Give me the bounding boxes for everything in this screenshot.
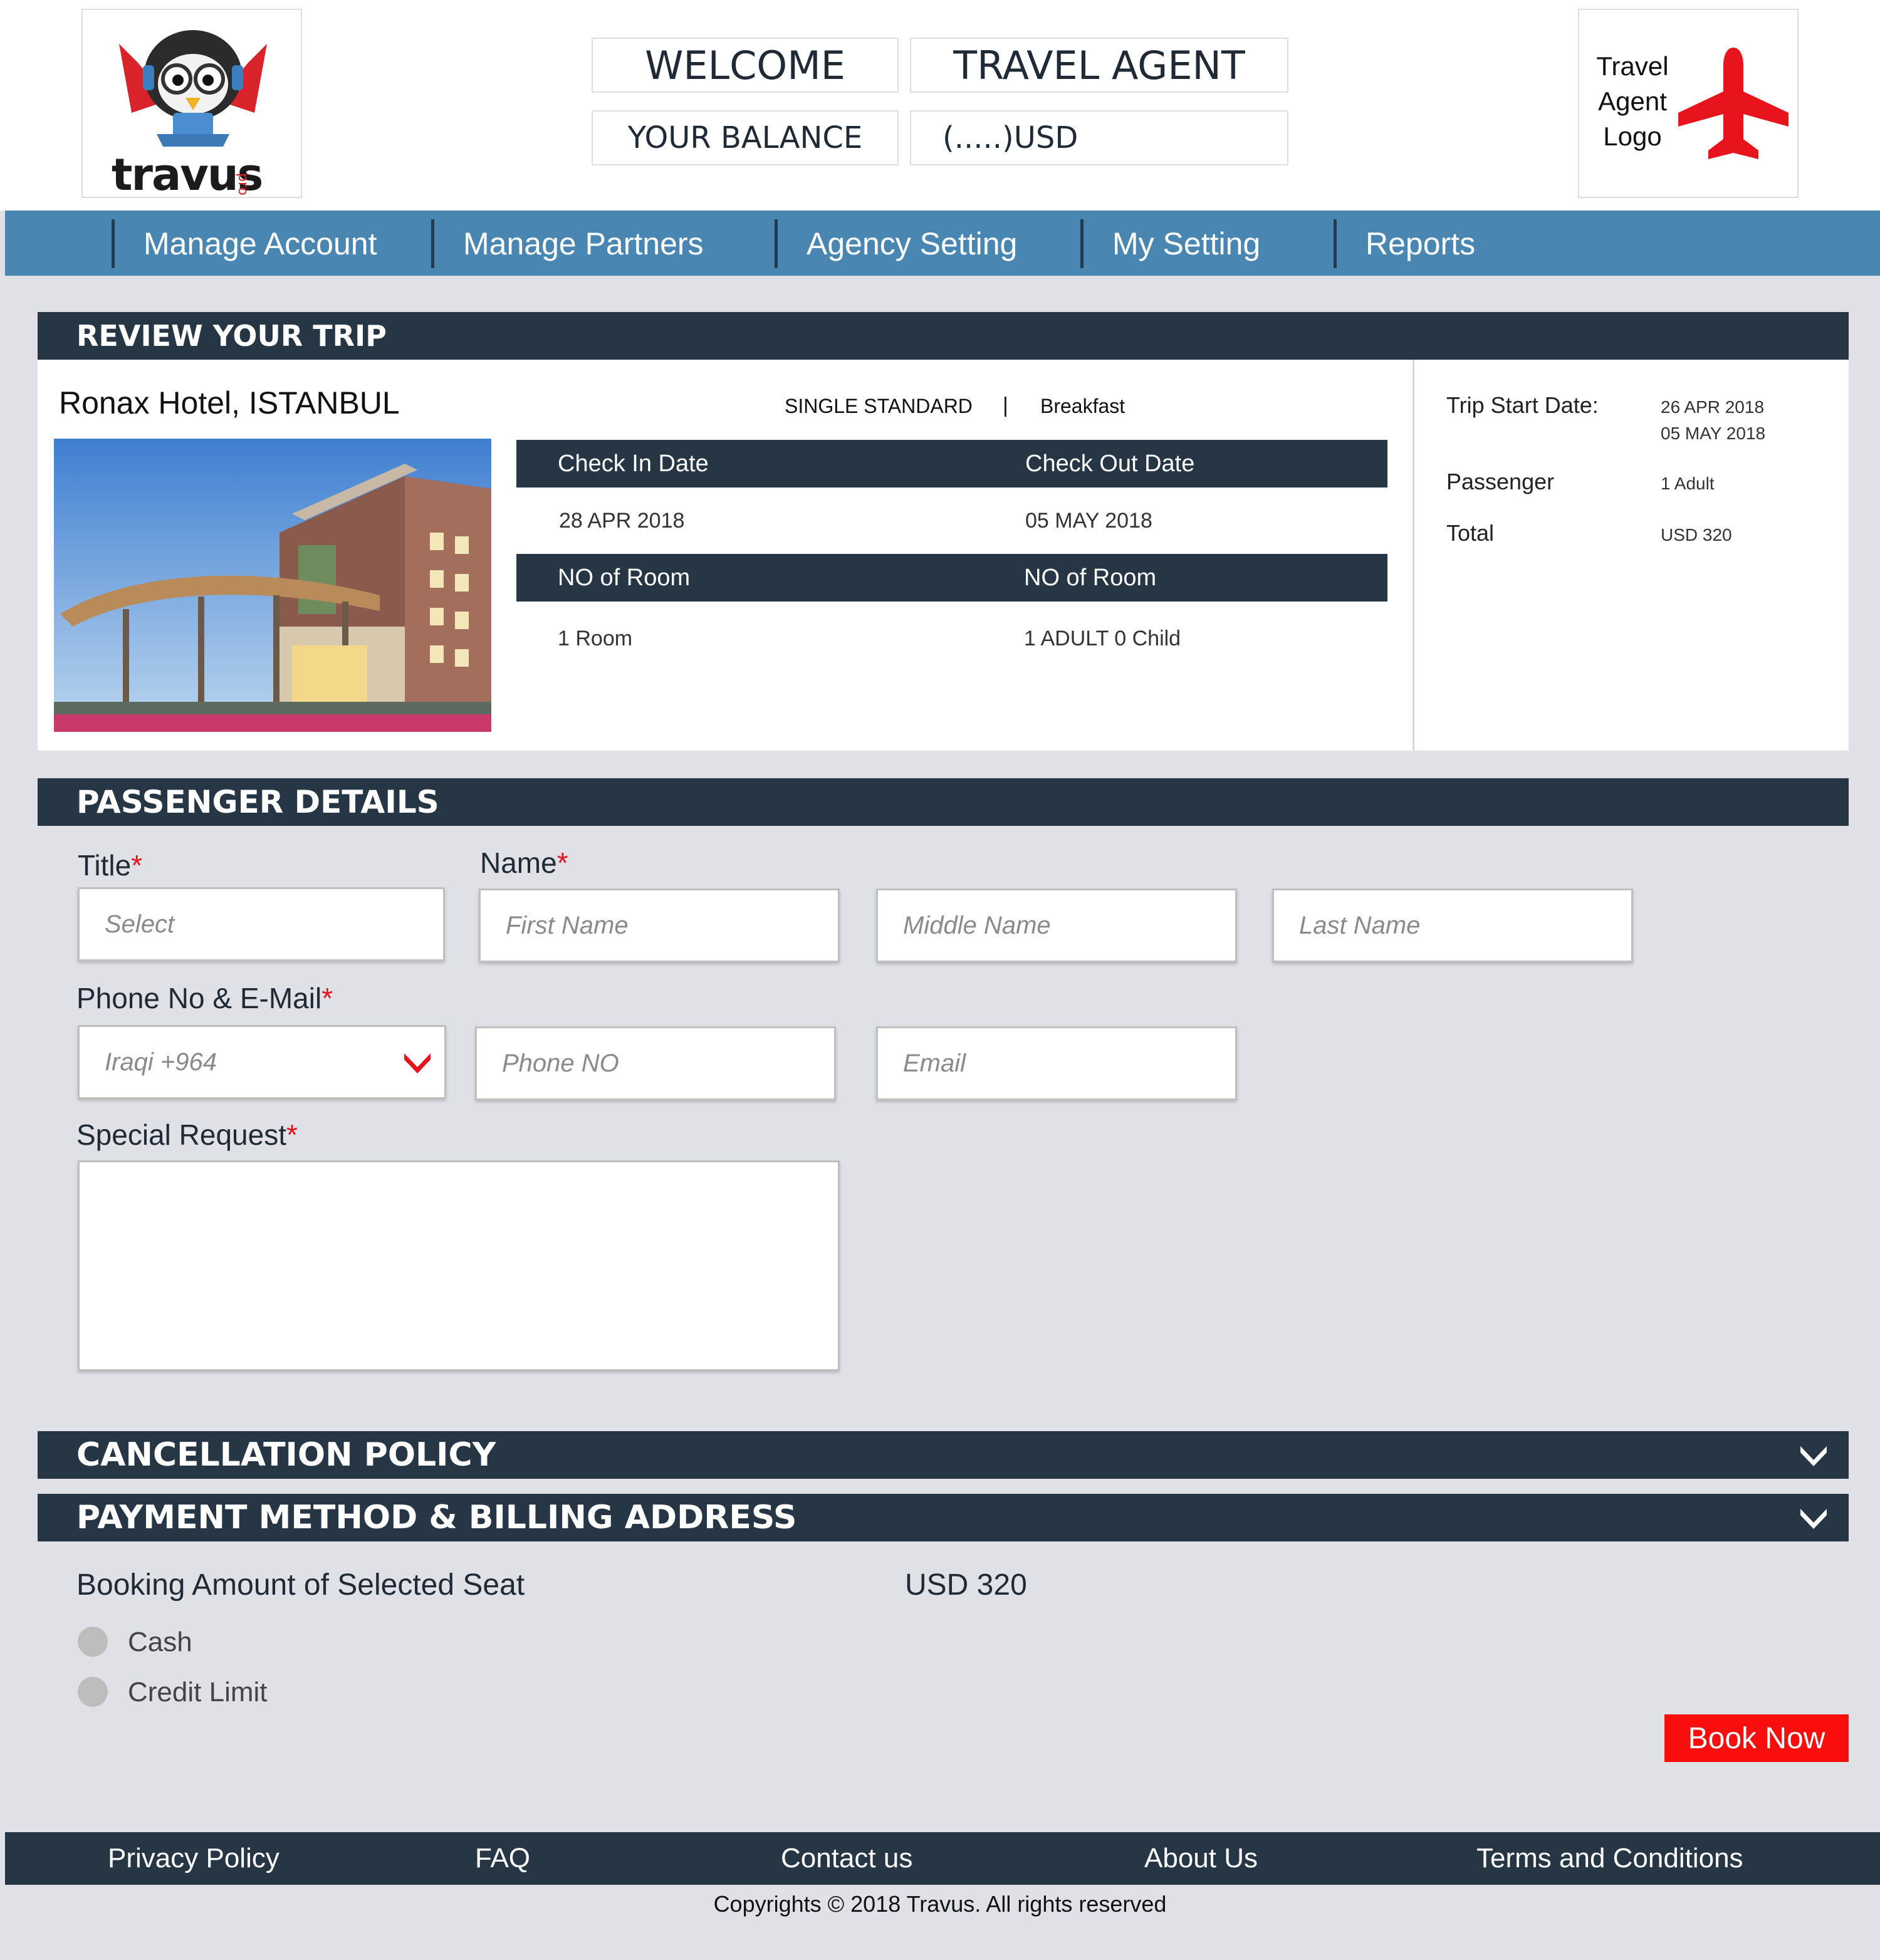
- rooms-value: 1 Room: [558, 627, 633, 650]
- cash-radio[interactable]: [78, 1627, 108, 1657]
- trip-start-value: 26 APR 2018: [1661, 397, 1765, 417]
- hotel-photo[interactable]: [54, 439, 491, 732]
- nav-manage-partners[interactable]: Manage Partners: [431, 219, 775, 268]
- agent-logo[interactable]: Travel Agent Logo: [1578, 9, 1799, 198]
- title-select[interactable]: Select: [78, 887, 445, 961]
- rooms-table-header: NO of Room NO of Room: [516, 554, 1387, 602]
- hotel-name: Ronax Hotel, ISTANBUL: [59, 385, 400, 420]
- room-type: SINGLE STANDARD: [785, 395, 973, 417]
- booking-amount-label: Booking Amount of Selected Seat: [76, 1568, 525, 1602]
- footer-about-us[interactable]: About Us: [1144, 1838, 1258, 1879]
- chevron-down-icon: [1800, 1446, 1827, 1466]
- passenger-value: 1 Adult: [1661, 474, 1715, 493]
- check-in-label: Check In Date: [558, 450, 709, 477]
- dates-table-header: Check In Date Check Out Date: [516, 440, 1387, 487]
- welcome-label: WELCOME: [592, 38, 899, 93]
- chevron-down-icon: [404, 1053, 431, 1073]
- review-section-title: REVIEW YOUR TRIP: [38, 312, 1849, 360]
- middle-name-input[interactable]: Middle Name: [876, 889, 1237, 962]
- passenger-label: Passenger: [1446, 469, 1555, 494]
- check-in-value: 28 APR 2018: [559, 509, 685, 533]
- payment-title-text: PAYMENT METHOD & BILLING ADDRESS: [76, 1499, 797, 1536]
- rooms-label: NO of Room: [558, 564, 691, 591]
- airplane-icon: [1678, 48, 1789, 159]
- agent-name: TRAVEL AGENT: [910, 38, 1288, 93]
- first-name-input[interactable]: First Name: [479, 889, 840, 962]
- review-divider: [1413, 360, 1414, 751]
- nav-manage-account[interactable]: Manage Account: [112, 219, 431, 268]
- copyright-text: Copyrights © 2018 Travus. All rights res…: [713, 1891, 1167, 1917]
- country-code-value: Iraqi +964: [105, 1048, 217, 1076]
- brand-badge: pro: [235, 173, 251, 195]
- footer-contact-us[interactable]: Contact us: [781, 1838, 912, 1879]
- agent-logo-text: Travel Agent Logo: [1596, 51, 1669, 151]
- guests-value: 1 ADULT 0 Child: [1024, 627, 1181, 650]
- nav-agency-setting[interactable]: Agency Setting: [775, 219, 1080, 268]
- brand-logo[interactable]: travus pro: [81, 9, 302, 201]
- contact-field-label: Phone No & E-Mail*: [76, 982, 333, 1014]
- footer-faq[interactable]: FAQ: [475, 1838, 530, 1879]
- guests-label: NO of Room: [1024, 564, 1157, 591]
- cash-label[interactable]: Cash: [128, 1627, 192, 1658]
- phone-input[interactable]: Phone NO: [475, 1026, 836, 1100]
- total-label: Total: [1446, 520, 1495, 546]
- trip-end-value: 05 MAY 2018: [1661, 424, 1766, 443]
- cancellation-section-title[interactable]: CANCELLATION POLICY: [38, 1431, 1849, 1479]
- country-code-select[interactable]: Iraqi +964: [78, 1025, 446, 1099]
- title-field-label: Title*: [78, 849, 143, 882]
- footer-privacy-policy[interactable]: Privacy Policy: [108, 1838, 279, 1879]
- footer-terms[interactable]: Terms and Conditions: [1476, 1838, 1743, 1879]
- last-name-input[interactable]: Last Name: [1272, 889, 1633, 962]
- credit-limit-label[interactable]: Credit Limit: [128, 1677, 268, 1708]
- booking-amount-value: USD 320: [905, 1568, 1027, 1602]
- trip-start-label: Trip Start Date:: [1446, 392, 1599, 418]
- nav-my-setting[interactable]: My Setting: [1080, 219, 1334, 268]
- hotel-image: [54, 439, 491, 732]
- meal-plan: Breakfast: [1040, 395, 1125, 417]
- email-input[interactable]: Email: [876, 1026, 1237, 1100]
- special-request-textarea[interactable]: [78, 1160, 840, 1371]
- payment-section-title[interactable]: PAYMENT METHOD & BILLING ADDRESS: [38, 1494, 1849, 1541]
- balance-value: (.....)USD: [910, 110, 1288, 165]
- total-value: USD 320: [1661, 525, 1732, 545]
- check-out-value: 05 MAY 2018: [1025, 509, 1152, 533]
- passenger-section-title: PASSENGER DETAILS: [38, 778, 1849, 826]
- travus-mascot-icon: [119, 30, 267, 147]
- nav-reports[interactable]: Reports: [1334, 219, 1584, 268]
- room-separator: |: [1003, 394, 1008, 417]
- cancellation-title-text: CANCELLATION POLICY: [76, 1436, 496, 1474]
- special-request-label: Special Request*: [76, 1118, 298, 1151]
- credit-limit-radio[interactable]: [78, 1677, 108, 1707]
- balance-label: YOUR BALANCE: [592, 110, 899, 165]
- check-out-label: Check Out Date: [1025, 450, 1195, 477]
- chevron-down-icon: [1800, 1509, 1827, 1529]
- book-now-button[interactable]: Book Now: [1664, 1714, 1849, 1762]
- name-field-label: Name*: [480, 847, 568, 879]
